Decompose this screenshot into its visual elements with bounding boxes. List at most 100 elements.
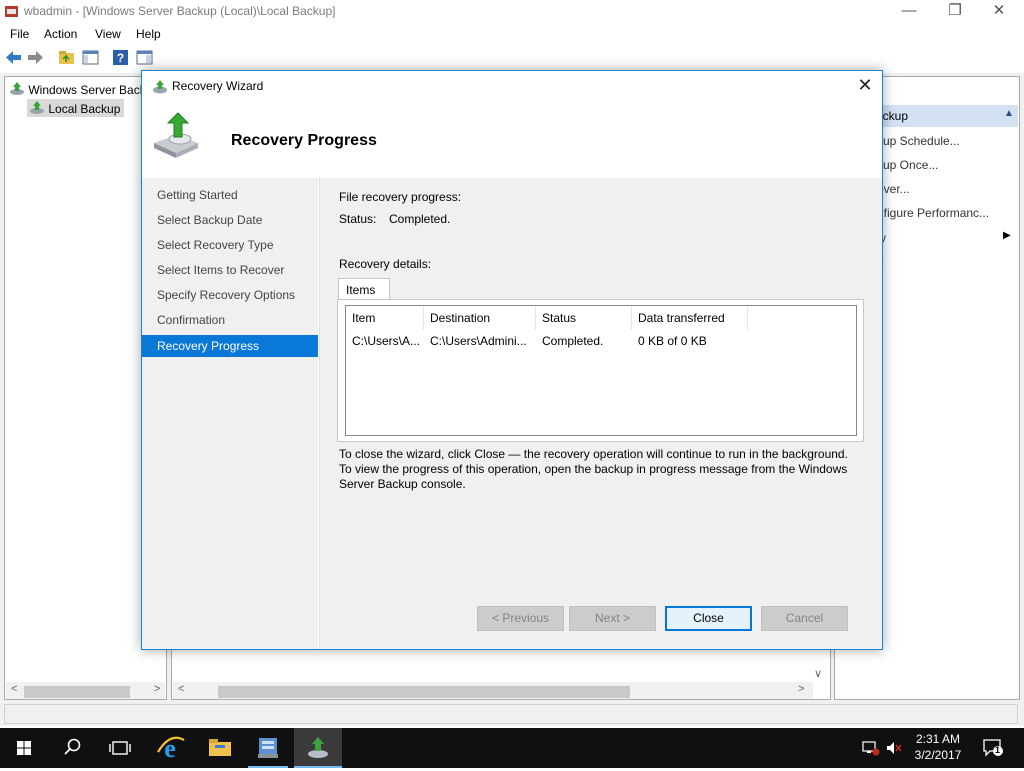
file-explorer-button[interactable] xyxy=(196,728,244,768)
tree-horizontal-scrollbar[interactable]: < > xyxy=(6,682,165,699)
cancel-button[interactable]: Cancel xyxy=(761,606,848,631)
forward-arrow-icon[interactable] xyxy=(26,48,45,67)
wizard-steps-nav: Getting Started Select Backup Date Selec… xyxy=(142,178,318,649)
backup-icon xyxy=(10,82,24,95)
server-manager-button[interactable] xyxy=(244,728,292,768)
clock-time: 2:31 AM xyxy=(915,732,961,746)
taskbar: e 2:31 AM 3/2/2017 1 xyxy=(0,728,1024,768)
tree-item-windows-server-backup[interactable]: Windows Server Back xyxy=(9,81,146,97)
back-arrow-icon[interactable] xyxy=(4,48,23,67)
local-backup-icon xyxy=(30,101,44,114)
search-icon xyxy=(64,738,81,755)
cell-item: C:\Users\A... xyxy=(352,334,421,348)
action-backup-schedule[interactable]: kup Schedule... xyxy=(877,134,960,148)
action-configure-performance[interactable]: nfigure Performanc... xyxy=(877,206,989,220)
wizard-content: File recovery progress: Status: Complete… xyxy=(319,178,882,649)
menu-action[interactable]: Action xyxy=(44,27,77,41)
menu-file[interactable]: File xyxy=(10,27,29,41)
next-button[interactable]: Next > xyxy=(569,606,656,631)
step-recovery-progress[interactable]: Recovery Progress xyxy=(142,335,318,357)
status-bar xyxy=(0,702,1024,726)
task-view-button[interactable] xyxy=(96,728,144,768)
wizard-close-icon[interactable]: ✕ xyxy=(854,75,876,97)
collapse-up-icon[interactable]: ▲ xyxy=(1004,108,1014,119)
task-view-icon xyxy=(109,741,131,755)
column-status[interactable]: Status xyxy=(536,306,632,330)
info-line: Server Backup console. xyxy=(339,477,466,491)
recovery-wizard-dialog: Recovery Wizard ✕ Recovery Progress Gett… xyxy=(141,70,883,650)
show-hide-action-pane-icon[interactable] xyxy=(135,48,154,67)
show-hide-tree-icon[interactable] xyxy=(81,48,100,67)
window-title: wbadmin - [Windows Server Backup (Local)… xyxy=(24,4,336,18)
recovery-details-label: Recovery details: xyxy=(339,257,432,271)
help-icon[interactable]: ? xyxy=(111,48,130,67)
close-button[interactable]: Close xyxy=(665,606,752,631)
wizard-page-heading: Recovery Progress xyxy=(231,132,377,149)
cell-data-transferred: 0 KB of 0 KB xyxy=(638,334,707,348)
up-folder-icon[interactable] xyxy=(57,48,76,67)
step-specify-recovery-options[interactable]: Specify Recovery Options xyxy=(142,284,318,306)
backup-icon xyxy=(308,737,328,758)
scroll-down-icon[interactable]: ∨ xyxy=(814,667,822,680)
network-icon[interactable] xyxy=(862,740,880,756)
toolbar: ? xyxy=(0,46,1024,70)
column-item[interactable]: Item xyxy=(346,306,424,330)
menu-help[interactable]: Help xyxy=(136,27,161,41)
step-confirmation[interactable]: Confirmation xyxy=(142,309,318,331)
column-data-transferred[interactable]: Data transferred xyxy=(632,306,748,330)
restore-button[interactable]: ❐ xyxy=(932,0,978,24)
scrollbar-thumb[interactable] xyxy=(218,686,630,698)
results-horizontal-scrollbar[interactable]: < > xyxy=(173,682,813,699)
internet-explorer-icon: e xyxy=(157,734,185,763)
step-getting-started[interactable]: Getting Started xyxy=(142,184,318,206)
clock-date: 3/2/2017 xyxy=(914,748,962,762)
action-backup-once[interactable]: kup Once... xyxy=(877,158,938,172)
taskbar-clock[interactable]: 2:31 AM 3/2/2017 xyxy=(906,731,970,763)
server-manager-icon xyxy=(258,738,278,758)
step-select-backup-date[interactable]: Select Backup Date xyxy=(142,209,318,231)
cell-status: Completed. xyxy=(542,334,604,348)
start-button[interactable] xyxy=(0,728,48,768)
status-label: Status: xyxy=(339,212,377,226)
file-recovery-progress-label: File recovery progress: xyxy=(339,190,462,204)
tab-items[interactable]: Items xyxy=(338,278,390,300)
notification-count: 1 xyxy=(995,745,1001,755)
action-center-button[interactable]: 1 xyxy=(982,738,1004,758)
volume-muted-icon[interactable] xyxy=(885,740,903,756)
wbadmin-app-icon xyxy=(5,6,18,17)
step-select-recovery-type[interactable]: Select Recovery Type xyxy=(142,234,318,256)
submenu-arrow-icon: ▶ xyxy=(1003,230,1011,241)
menu-view[interactable]: View xyxy=(95,27,121,41)
wizard-title-icon xyxy=(153,80,167,94)
items-tab-panel: Item Destination Status Data transferred… xyxy=(337,299,864,442)
cell-destination: C:\Users\Admini... xyxy=(430,334,527,348)
info-line: To view the progress of this operation, … xyxy=(339,462,848,476)
title-bar: wbadmin - [Windows Server Backup (Local)… xyxy=(0,0,1024,24)
scroll-left-icon[interactable]: < xyxy=(178,683,184,695)
wizard-title: Recovery Wizard xyxy=(172,79,264,93)
minimize-button[interactable]: — xyxy=(886,0,932,24)
svg-text:?: ? xyxy=(117,51,124,65)
recovery-items-list[interactable]: Item Destination Status Data transferred… xyxy=(345,305,857,436)
folder-icon xyxy=(209,739,231,756)
info-line: To close the wizard, click Close — the r… xyxy=(339,447,848,461)
window-close-button[interactable]: ✕ xyxy=(976,0,1022,24)
search-button[interactable] xyxy=(48,728,96,768)
tree-item-local-backup[interactable]: Local Backup xyxy=(27,99,125,117)
menu-bar: File Action View Help xyxy=(0,24,1024,44)
previous-button[interactable]: < Previous xyxy=(477,606,564,631)
scroll-right-icon[interactable]: > xyxy=(154,683,160,695)
scroll-left-icon[interactable]: < xyxy=(11,683,17,695)
tree-root-label: Windows Server Back xyxy=(28,83,146,97)
scrollbar-thumb[interactable] xyxy=(24,686,130,698)
wizard-header: Recovery Progress xyxy=(142,101,882,177)
internet-explorer-button[interactable]: e xyxy=(146,728,194,768)
recovery-drive-icon xyxy=(154,112,198,158)
list-header: Item Destination Status Data transferred xyxy=(346,306,856,330)
scroll-right-icon[interactable]: > xyxy=(798,683,804,695)
step-select-items-to-recover[interactable]: Select Items to Recover xyxy=(142,259,318,281)
windows-logo-icon xyxy=(17,741,31,755)
wbadmin-taskbar-button[interactable] xyxy=(294,728,342,768)
info-text: To close the wizard, click Close — the r… xyxy=(339,447,859,492)
column-destination[interactable]: Destination xyxy=(424,306,536,330)
